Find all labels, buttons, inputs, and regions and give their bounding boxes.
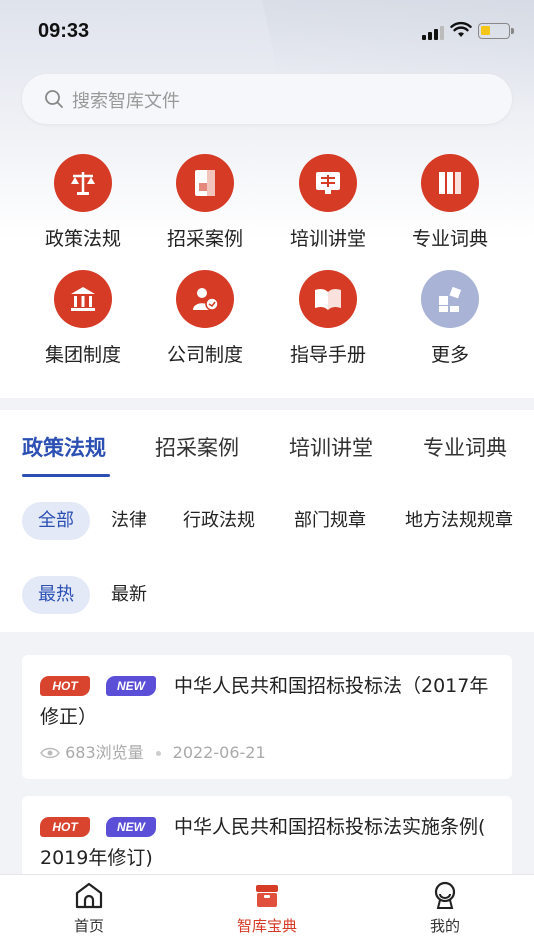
nav-label: 智库宝典 <box>236 917 297 935</box>
hot-badge: HOT <box>40 676 90 696</box>
sort-hottest[interactable]: 最热 <box>22 576 90 614</box>
scale-icon <box>54 154 112 212</box>
grid-item-policy[interactable]: 政策法规 <box>28 154 138 251</box>
eye-icon <box>40 747 60 759</box>
nav-library[interactable]: 智库宝典 <box>217 881 317 936</box>
card-title-line2: 修正） <box>40 706 98 728</box>
wifi-icon <box>450 21 472 37</box>
bottom-navigation: 首页 智库宝典 我的 <box>0 874 534 950</box>
tab-training[interactable]: 培训讲堂 <box>289 432 373 462</box>
sort-newest[interactable]: 最新 <box>111 576 147 614</box>
nav-profile[interactable]: 我的 <box>395 881 495 936</box>
cellular-signal-icon <box>422 24 444 40</box>
document-icon <box>176 154 234 212</box>
filter-law[interactable]: 法律 <box>111 502 147 540</box>
tab-cases[interactable]: 招采案例 <box>155 432 239 462</box>
nav-label: 我的 <box>429 917 460 935</box>
card-title-line1: 中华人民共和国招标投标法实施条例( <box>174 816 486 838</box>
nav-home[interactable]: 首页 <box>39 881 139 936</box>
grid-item-company-rules[interactable]: 公司制度 <box>150 270 260 367</box>
grid-item-dictionary[interactable]: 专业词典 <box>395 154 505 251</box>
new-badge: NEW <box>106 817 156 837</box>
tab-dictionary[interactable]: 专业词典 <box>423 432 507 462</box>
hot-badge: HOT <box>40 817 90 837</box>
grid-item-cases[interactable]: 招采案例 <box>150 154 260 251</box>
medal-icon <box>434 881 456 909</box>
grid-item-training[interactable]: 培训讲堂 <box>273 154 383 251</box>
filter-panel: 全部 法律 行政法规 部门规章 地方法规规章 最热 最新 <box>0 486 534 632</box>
nav-label: 首页 <box>73 917 104 935</box>
grid-item-label: 专业词典 <box>411 228 488 250</box>
card-title-line1: 中华人民共和国招标投标法（2017年 <box>174 675 489 697</box>
separator-dot <box>155 751 161 756</box>
grid-item-label: 招采案例 <box>166 228 243 250</box>
filter-all[interactable]: 全部 <box>22 502 90 540</box>
status-bar: 09:33 <box>0 0 534 64</box>
status-time: 09:33 <box>38 20 90 42</box>
search-input[interactable]: 搜索智库文件 <box>22 74 512 124</box>
filter-department-rules[interactable]: 部门规章 <box>294 502 366 540</box>
open-book-icon <box>299 270 357 328</box>
document-card[interactable]: HOT NEW 中华人民共和国招标投标法实施条例( 2019年修订) <box>22 796 512 886</box>
card-meta: 683浏览量 2022-06-21 <box>40 739 266 763</box>
treasure-box-icon <box>256 885 278 907</box>
grid-item-label: 集团制度 <box>44 344 121 366</box>
home-icon <box>75 882 103 909</box>
bank-icon <box>54 270 112 328</box>
publish-date: 2022-06-21 <box>172 743 266 762</box>
grid-item-group-rules[interactable]: 集团制度 <box>28 270 138 367</box>
grid-item-more[interactable]: 更多 <box>395 270 505 367</box>
search-placeholder: 搜索智库文件 <box>72 91 180 112</box>
grid-item-guide[interactable]: 指导手册 <box>273 270 383 367</box>
tab-policy[interactable]: 政策法规 <box>22 432 106 462</box>
grid-item-label: 公司制度 <box>166 344 243 366</box>
books-icon <box>421 154 479 212</box>
grid-item-label: 更多 <box>430 344 469 366</box>
view-count: 683浏览量 <box>65 743 144 762</box>
grid-item-label: 指导手册 <box>289 344 366 366</box>
grid-item-label: 培训讲堂 <box>289 228 366 250</box>
category-tabs: 政策法规 招采案例 培训讲堂 专业词典 <box>0 410 534 486</box>
user-settings-icon <box>176 270 234 328</box>
document-card[interactable]: HOT NEW 中华人民共和国招标投标法（2017年 修正） 683浏览量 202… <box>22 655 512 779</box>
search-icon <box>45 90 63 108</box>
grid-item-label: 政策法规 <box>44 228 121 250</box>
filter-local-regulations[interactable]: 地方法规规章 <box>405 502 513 540</box>
new-badge: NEW <box>106 676 156 696</box>
card-title-line2: 2019年修订) <box>40 847 153 869</box>
battery-icon <box>478 23 514 39</box>
filter-admin-regulations[interactable]: 行政法规 <box>183 502 255 540</box>
active-tab-indicator <box>22 474 110 477</box>
lecture-icon <box>299 154 357 212</box>
more-apps-icon <box>421 270 479 328</box>
